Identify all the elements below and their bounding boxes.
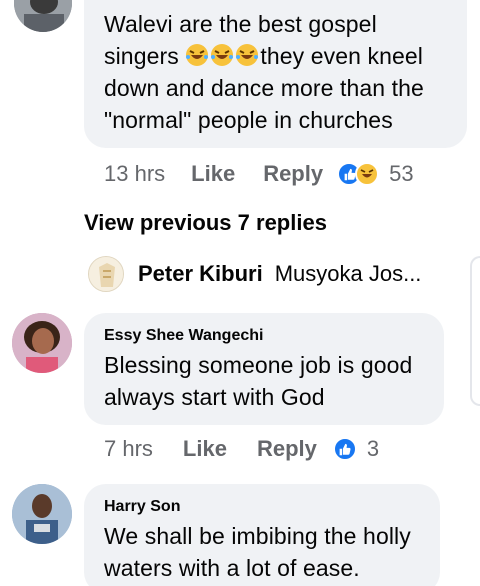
comment-text: We shall be imbibing the holly bbox=[104, 523, 411, 549]
comment-bubble: Harry Son We shall be imbibing the holly… bbox=[84, 484, 440, 586]
like-reaction-icon bbox=[332, 437, 357, 461]
haha-reaction-icon bbox=[355, 162, 380, 186]
reply-button[interactable]: Reply bbox=[257, 436, 317, 462]
like-button[interactable]: Like bbox=[191, 161, 235, 187]
comment-text: waters with a lot of ease. bbox=[104, 555, 360, 581]
comment-author[interactable]: Harry Son bbox=[104, 498, 411, 516]
comment-text: always start with God bbox=[104, 384, 325, 410]
reaction-count: 53 bbox=[389, 161, 414, 186]
reactions-summary[interactable]: 3 bbox=[332, 436, 380, 462]
comment-author[interactable]: Essy Shee Wangechi bbox=[104, 327, 412, 345]
comment-bubble: Walevi are the best gospel singers they … bbox=[84, 0, 467, 148]
avatar[interactable] bbox=[88, 256, 124, 292]
reply-author[interactable]: Peter Kiburi bbox=[138, 261, 263, 287]
collapsed-reply[interactable]: Peter Kiburi Musyoka Jos... bbox=[88, 256, 421, 292]
timestamp[interactable]: 13 hrs bbox=[104, 161, 165, 187]
thread-line bbox=[470, 256, 480, 406]
comment-actions: 13 hrs Like Reply 53 bbox=[104, 161, 414, 187]
reaction-count: 3 bbox=[366, 436, 380, 461]
reply-snippet: Musyoka Jos... bbox=[274, 261, 422, 286]
reply-button[interactable]: Reply bbox=[263, 161, 323, 187]
timestamp[interactable]: 7 hrs bbox=[104, 436, 153, 462]
reactions-summary[interactable]: 53 bbox=[337, 161, 414, 187]
laughing-emoji-icon bbox=[236, 44, 259, 66]
comment-actions: 7 hrs Like Reply 3 bbox=[104, 436, 379, 462]
avatar[interactable] bbox=[12, 313, 72, 373]
profile-photo-icon bbox=[14, 0, 72, 32]
avatar[interactable] bbox=[12, 484, 72, 544]
comment-text: Blessing someone job is good bbox=[104, 352, 413, 378]
like-button[interactable]: Like bbox=[183, 436, 227, 462]
profile-photo-icon bbox=[12, 313, 72, 373]
avatar[interactable] bbox=[14, 0, 72, 32]
comment-text: Walevi are the best gospel singers they … bbox=[104, 11, 424, 133]
laughing-emoji-icon bbox=[186, 44, 209, 66]
view-previous-replies-link[interactable]: View previous 7 replies bbox=[84, 210, 327, 236]
laughing-emoji-icon bbox=[211, 44, 234, 66]
profile-photo-icon bbox=[12, 484, 72, 544]
profile-photo-icon bbox=[89, 257, 123, 291]
comment-bubble: Essy Shee Wangechi Blessing someone job … bbox=[84, 313, 444, 425]
